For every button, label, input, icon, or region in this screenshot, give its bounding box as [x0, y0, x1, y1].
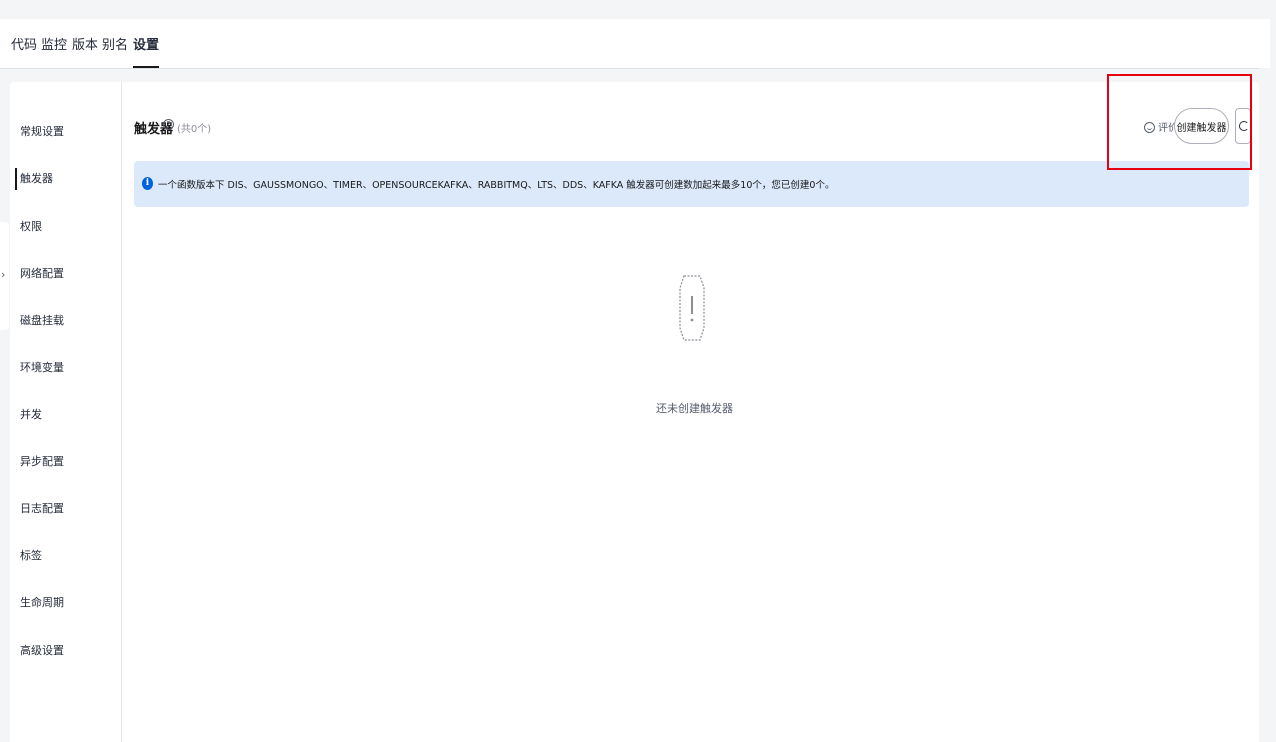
- refresh-button[interactable]: [1235, 108, 1251, 144]
- sidebar-item-async[interactable]: 异步配置: [20, 455, 64, 469]
- sidebar-item-general[interactable]: 常规设置: [20, 125, 64, 139]
- function-tabs: 代码 监控 版本 别名 设置: [0, 19, 1270, 69]
- sidebar-item-tags[interactable]: 标签: [20, 549, 42, 563]
- sidebar-item-network[interactable]: 网络配置: [20, 267, 64, 281]
- sidebar-expand-handle[interactable]: ›: [0, 222, 9, 330]
- tab-settings[interactable]: 设置: [133, 34, 160, 68]
- info-text: 一个函数版本下 DIS、GAUSSMONGO、TIMER、OPENSOURCEK…: [158, 180, 835, 191]
- sidebar-item-env-vars[interactable]: 环境变量: [20, 361, 64, 375]
- tab-aliases[interactable]: 别名: [102, 34, 128, 53]
- empty-state-text: 还未创建触发器: [656, 402, 733, 415]
- sidebar-item-logs[interactable]: 日志配置: [20, 502, 64, 516]
- sidebar-item-lifecycle[interactable]: 生命周期: [20, 596, 64, 610]
- create-trigger-button[interactable]: 创建触发器: [1174, 108, 1229, 144]
- info-alert: i 一个函数版本下 DIS、GAUSSMONGO、TIMER、OPENSOURC…: [134, 161, 1249, 207]
- tab-versions[interactable]: 版本: [72, 34, 98, 53]
- info-icon: i: [142, 177, 153, 190]
- top-bar: [0, 0, 1276, 19]
- tab-code[interactable]: 代码: [11, 34, 37, 53]
- right-scroll-strip: [1259, 68, 1270, 742]
- trigger-count: (共0个): [177, 124, 212, 135]
- sidebar-item-disk-mount[interactable]: 磁盘挂载: [20, 314, 64, 328]
- help-icon[interactable]: ?: [163, 119, 174, 130]
- sidebar-item-triggers[interactable]: 触发器: [15, 168, 53, 190]
- sidebar-item-concurrency[interactable]: 并发: [20, 408, 42, 422]
- smile-icon: [1144, 122, 1155, 133]
- settings-panel: 常规设置 触发器 权限 网络配置 磁盘挂载 环境变量 并发 异步配置 日志配置 …: [10, 82, 1259, 742]
- settings-sidenav: 常规设置 触发器 权限 网络配置 磁盘挂载 环境变量 并发 异步配置 日志配置 …: [10, 82, 122, 742]
- sidebar-item-advanced[interactable]: 高级设置: [20, 644, 64, 658]
- chevron-right-icon: ›: [1, 268, 6, 281]
- empty-state-icon: [679, 275, 705, 341]
- tab-monitoring[interactable]: 监控: [41, 34, 67, 53]
- trigger-content: 触发器 ? (共0个) 评价 创建触发器 i 一个函数版本下 DIS、GAUSS…: [123, 82, 1259, 742]
- sidebar-item-permissions[interactable]: 权限: [20, 220, 42, 234]
- rating-link[interactable]: 评价: [1144, 119, 1178, 134]
